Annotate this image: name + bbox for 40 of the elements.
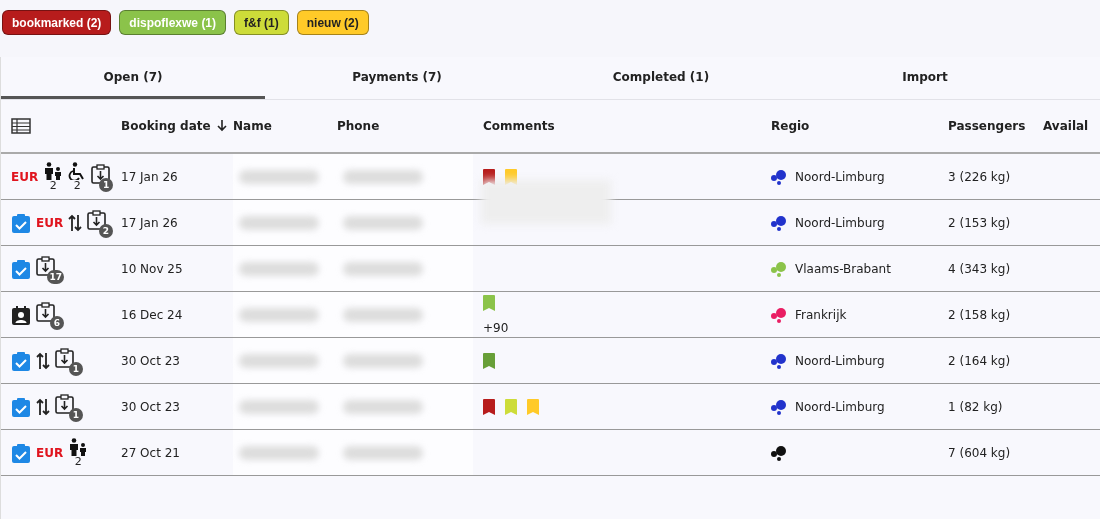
column-header: Passengers (948, 119, 1026, 133)
passenger-total: 7 (604 kg) (948, 430, 1043, 476)
count-badge: 1 (69, 407, 83, 422)
column-header: Comments (483, 119, 555, 133)
column-header: Availal (1043, 119, 1089, 133)
passenger-count: 2 (49, 179, 57, 192)
column-header: Regio (771, 119, 810, 133)
column-header: Name (233, 119, 272, 133)
region-name: Noord-Limburg (795, 215, 885, 230)
more-count: +90 (483, 320, 510, 335)
passenger-total: 2 (153 kg) (948, 200, 1043, 246)
passenger-total: 3 (226 kg) (948, 154, 1043, 200)
currency-label: EUR (11, 169, 39, 184)
region-name: Vlaams-Brabant (795, 261, 891, 276)
count-badge: 1 (69, 361, 83, 376)
passenger-total: 2 (164 kg) (948, 338, 1043, 384)
region-name: Noord-Limburg (795, 399, 885, 414)
column-header: Booking date (121, 119, 211, 133)
region-name: Noord-Limburg (795, 353, 885, 368)
filter-tag[interactable]: f&f (1) (234, 10, 289, 35)
currency-label: EUR (36, 215, 64, 230)
tab[interactable]: Completed (1) (529, 57, 793, 99)
filter-tag[interactable]: nieuw (2) (296, 10, 369, 35)
passenger-count: 2 (73, 179, 81, 192)
passenger-count: 2 (74, 455, 82, 468)
currency-label: EUR (36, 445, 64, 460)
passenger-total: 4 (343 kg) (948, 246, 1043, 292)
count-badge: 1 (99, 177, 114, 192)
tab[interactable]: Open (7) (1, 57, 265, 99)
region-name: Noord-Limburg (795, 169, 885, 184)
count-badge: 6 (50, 315, 64, 330)
tab[interactable]: Payments (7) (265, 57, 529, 99)
filter-tag[interactable]: bookmarked (2) (2, 10, 112, 35)
column-header: Phone (337, 119, 380, 133)
passenger-total: 2 (158 kg) (948, 292, 1043, 338)
tab[interactable]: Import (793, 57, 1057, 99)
passenger-total: 1 (82 kg) (948, 384, 1043, 430)
region-name: Frankrijk (795, 307, 847, 322)
count-badge: 2 (99, 223, 113, 238)
count-badge: 17 (47, 269, 64, 284)
